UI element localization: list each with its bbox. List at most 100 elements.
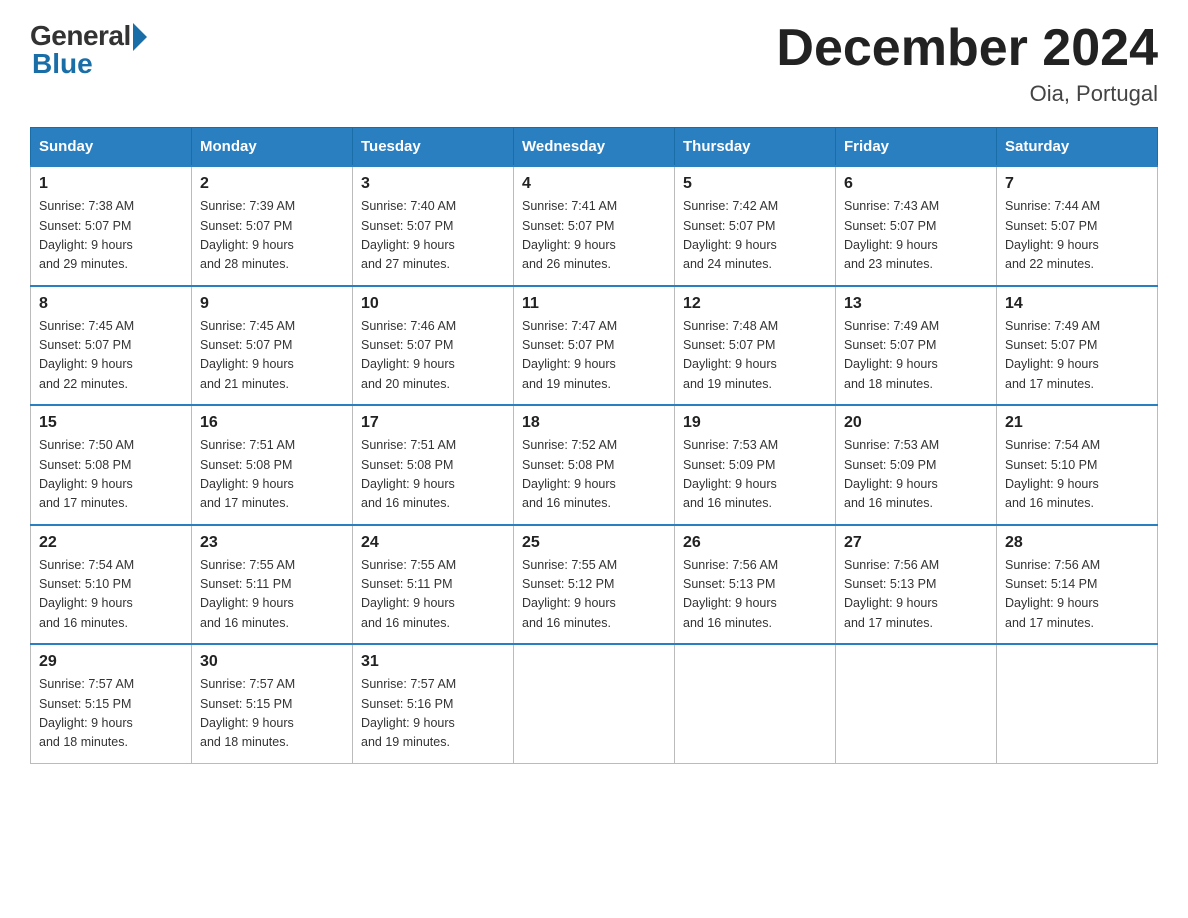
day-info: Sunrise: 7:55 AMSunset: 5:11 PMDaylight:… [200, 556, 344, 634]
calendar-cell [675, 644, 836, 763]
weekday-header-monday: Monday [192, 128, 353, 167]
calendar-cell: 6Sunrise: 7:43 AMSunset: 5:07 PMDaylight… [836, 166, 997, 286]
calendar-cell: 23 Sunrise: 7:55 AMSunset: 5:11 PMDayligh… [192, 525, 353, 645]
day-number: 29 [39, 653, 183, 671]
day-info: Sunrise: 7:57 AMSunset: 5:15 PMDaylight:… [39, 675, 183, 753]
calendar-cell: 2 Sunrise: 7:39 AMSunset: 5:07 PMDaylight… [192, 166, 353, 286]
day-number: 13 [844, 295, 988, 313]
calendar-cell: 17 Sunrise: 7:51 AMSunset: 5:08 PMDayligh… [353, 405, 514, 525]
month-title: December 2024 [776, 20, 1158, 77]
calendar-cell [997, 644, 1158, 763]
day-number: 9 [200, 295, 344, 313]
day-info: Sunrise: 7:48 AMSunset: 5:07 PMDaylight:… [683, 317, 827, 395]
day-info: Sunrise: 7:40 AMSunset: 5:07 PMDaylight:… [361, 197, 505, 275]
day-info: Sunrise: 7:55 AMSunset: 5:12 PMDaylight:… [522, 556, 666, 634]
logo: General Blue [30, 20, 147, 80]
day-number: 11 [522, 295, 666, 313]
calendar-cell: 16Sunrise: 7:51 AMSunset: 5:08 PMDayligh… [192, 405, 353, 525]
calendar-cell: 10 Sunrise: 7:46 AMSunset: 5:07 PMDayligh… [353, 286, 514, 406]
calendar-cell: 13Sunrise: 7:49 AMSunset: 5:07 PMDayligh… [836, 286, 997, 406]
location: Oia, Portugal [776, 81, 1158, 107]
day-number: 8 [39, 295, 183, 313]
weekday-header-wednesday: Wednesday [514, 128, 675, 167]
week-row-5: 29 Sunrise: 7:57 AMSunset: 5:15 PMDayligh… [31, 644, 1158, 763]
day-number: 26 [683, 534, 827, 552]
day-number: 5 [683, 175, 827, 193]
calendar-cell: 18 Sunrise: 7:52 AMSunset: 5:08 PMDayligh… [514, 405, 675, 525]
calendar-cell: 21Sunrise: 7:54 AMSunset: 5:10 PMDayligh… [997, 405, 1158, 525]
day-number: 27 [844, 534, 988, 552]
day-number: 24 [361, 534, 505, 552]
day-number: 31 [361, 653, 505, 671]
calendar-cell [514, 644, 675, 763]
week-row-1: 1 Sunrise: 7:38 AMSunset: 5:07 PMDaylight… [31, 166, 1158, 286]
day-info: Sunrise: 7:56 AMSunset: 5:13 PMDaylight:… [683, 556, 827, 634]
calendar-cell: 9 Sunrise: 7:45 AMSunset: 5:07 PMDaylight… [192, 286, 353, 406]
day-info: Sunrise: 7:53 AMSunset: 5:09 PMDaylight:… [683, 436, 827, 514]
weekday-header-friday: Friday [836, 128, 997, 167]
day-info: Sunrise: 7:45 AMSunset: 5:07 PMDaylight:… [200, 317, 344, 395]
day-info: Sunrise: 7:46 AMSunset: 5:07 PMDaylight:… [361, 317, 505, 395]
day-info: Sunrise: 7:56 AMSunset: 5:14 PMDaylight:… [1005, 556, 1149, 634]
day-info: Sunrise: 7:45 AMSunset: 5:07 PMDaylight:… [39, 317, 183, 395]
day-number: 18 [522, 414, 666, 432]
day-info: Sunrise: 7:39 AMSunset: 5:07 PMDaylight:… [200, 197, 344, 275]
day-number: 15 [39, 414, 183, 432]
calendar-cell: 19 Sunrise: 7:53 AMSunset: 5:09 PMDayligh… [675, 405, 836, 525]
calendar-cell: 1 Sunrise: 7:38 AMSunset: 5:07 PMDaylight… [31, 166, 192, 286]
calendar-cell: 25 Sunrise: 7:55 AMSunset: 5:12 PMDayligh… [514, 525, 675, 645]
calendar-cell: 31Sunrise: 7:57 AMSunset: 5:16 PMDayligh… [353, 644, 514, 763]
calendar-cell: 30 Sunrise: 7:57 AMSunset: 5:15 PMDayligh… [192, 644, 353, 763]
day-number: 1 [39, 175, 183, 193]
week-row-2: 8 Sunrise: 7:45 AMSunset: 5:07 PMDaylight… [31, 286, 1158, 406]
calendar-cell: 5 Sunrise: 7:42 AMSunset: 5:07 PMDaylight… [675, 166, 836, 286]
day-info: Sunrise: 7:54 AMSunset: 5:10 PMDaylight:… [1005, 436, 1149, 514]
calendar-cell: 3 Sunrise: 7:40 AMSunset: 5:07 PMDaylight… [353, 166, 514, 286]
day-number: 22 [39, 534, 183, 552]
page-header: General Blue December 2024 Oia, Portugal [30, 20, 1158, 107]
day-number: 7 [1005, 175, 1149, 193]
day-number: 14 [1005, 295, 1149, 313]
calendar-cell: 29 Sunrise: 7:57 AMSunset: 5:15 PMDayligh… [31, 644, 192, 763]
day-info: Sunrise: 7:41 AMSunset: 5:07 PMDaylight:… [522, 197, 666, 275]
day-info: Sunrise: 7:56 AMSunset: 5:13 PMDaylight:… [844, 556, 988, 634]
calendar-cell: 14 Sunrise: 7:49 AMSunset: 5:07 PMDayligh… [997, 286, 1158, 406]
day-info: Sunrise: 7:52 AMSunset: 5:08 PMDaylight:… [522, 436, 666, 514]
day-info: Sunrise: 7:42 AMSunset: 5:07 PMDaylight:… [683, 197, 827, 275]
day-info: Sunrise: 7:49 AMSunset: 5:07 PMDaylight:… [1005, 317, 1149, 395]
title-block: December 2024 Oia, Portugal [776, 20, 1158, 107]
logo-arrow-icon [133, 23, 147, 51]
day-info: Sunrise: 7:38 AMSunset: 5:07 PMDaylight:… [39, 197, 183, 275]
day-info: Sunrise: 7:43 AMSunset: 5:07 PMDaylight:… [844, 197, 988, 275]
day-number: 23 [200, 534, 344, 552]
day-number: 12 [683, 295, 827, 313]
weekday-header-sunday: Sunday [31, 128, 192, 167]
calendar-cell: 11 Sunrise: 7:47 AMSunset: 5:07 PMDayligh… [514, 286, 675, 406]
weekday-header-tuesday: Tuesday [353, 128, 514, 167]
day-info: Sunrise: 7:50 AMSunset: 5:08 PMDaylight:… [39, 436, 183, 514]
day-number: 17 [361, 414, 505, 432]
day-info: Sunrise: 7:57 AMSunset: 5:15 PMDaylight:… [200, 675, 344, 753]
day-number: 2 [200, 175, 344, 193]
calendar-cell: 12 Sunrise: 7:48 AMSunset: 5:07 PMDayligh… [675, 286, 836, 406]
day-number: 25 [522, 534, 666, 552]
calendar-cell: 20 Sunrise: 7:53 AMSunset: 5:09 PMDayligh… [836, 405, 997, 525]
day-number: 10 [361, 295, 505, 313]
calendar-cell: 7Sunrise: 7:44 AMSunset: 5:07 PMDaylight… [997, 166, 1158, 286]
day-number: 3 [361, 175, 505, 193]
day-number: 30 [200, 653, 344, 671]
day-info: Sunrise: 7:55 AMSunset: 5:11 PMDaylight:… [361, 556, 505, 634]
calendar-cell: 26 Sunrise: 7:56 AMSunset: 5:13 PMDayligh… [675, 525, 836, 645]
calendar-cell: 8 Sunrise: 7:45 AMSunset: 5:07 PMDaylight… [31, 286, 192, 406]
calendar-cell: 4 Sunrise: 7:41 AMSunset: 5:07 PMDaylight… [514, 166, 675, 286]
day-number: 20 [844, 414, 988, 432]
calendar-cell: 24 Sunrise: 7:55 AMSunset: 5:11 PMDayligh… [353, 525, 514, 645]
calendar-table: SundayMondayTuesdayWednesdayThursdayFrid… [30, 127, 1158, 764]
day-info: Sunrise: 7:47 AMSunset: 5:07 PMDaylight:… [522, 317, 666, 395]
day-info: Sunrise: 7:53 AMSunset: 5:09 PMDaylight:… [844, 436, 988, 514]
day-number: 16 [200, 414, 344, 432]
day-number: 4 [522, 175, 666, 193]
week-row-3: 15 Sunrise: 7:50 AMSunset: 5:08 PMDayligh… [31, 405, 1158, 525]
day-number: 19 [683, 414, 827, 432]
day-info: Sunrise: 7:51 AMSunset: 5:08 PMDaylight:… [361, 436, 505, 514]
